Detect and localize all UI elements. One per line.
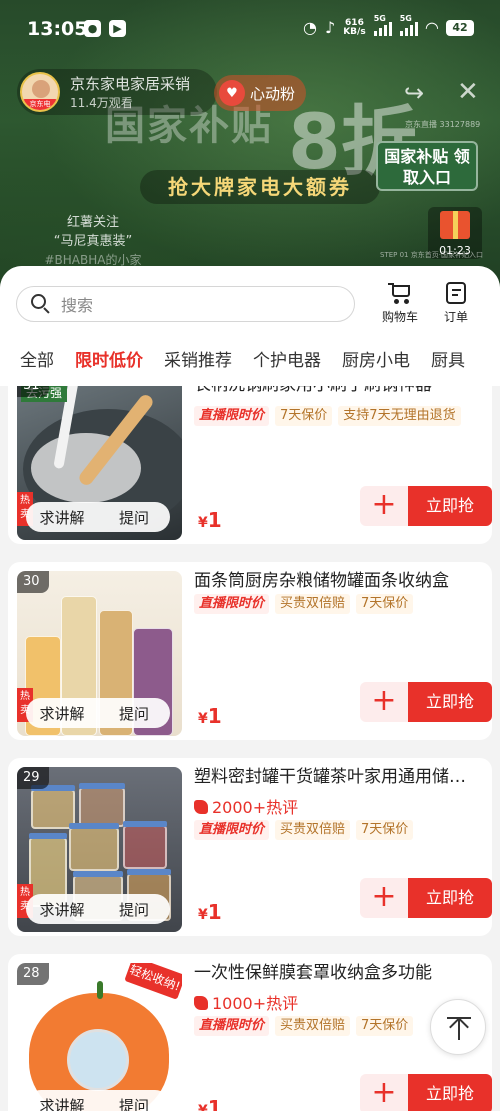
- cart-icon: [388, 282, 412, 304]
- tab-kitchen-appliance[interactable]: 厨房小电: [332, 350, 421, 386]
- signal-icon: 5G: [373, 14, 392, 36]
- sheet-header: 搜索 购物车 订单 全部 限时低价 采销推荐 个护电器 厨房小电 厨具: [0, 266, 500, 386]
- host-info[interactable]: 京东电 京东家电家居采销 11.4万观看: [17, 69, 217, 115]
- buy-now-button[interactable]: 立即抢: [408, 486, 492, 526]
- search-icon: [31, 294, 51, 314]
- mute-icon: ♪: [324, 18, 336, 37]
- product-tags: 直播限时价 买贵双倍赔 7天保价: [194, 820, 414, 840]
- host-name: 京东家电家居采销: [70, 75, 191, 93]
- tab-limited-time[interactable]: 限时低价: [65, 350, 154, 386]
- product-price: ¥1: [198, 900, 222, 924]
- back-to-top-icon[interactable]: [430, 999, 486, 1055]
- status-bar: 13:05 ● ▶ ◔ ♪ 616 KB/s 5G 5G ◠ 42: [0, 0, 500, 62]
- product-title[interactable]: 一次性保鲜膜套罩收纳盒多功能: [194, 958, 474, 983]
- ask-button[interactable]: 提问: [98, 507, 170, 528]
- tab-personal-care[interactable]: 个护电器: [243, 350, 332, 386]
- tab-cookware[interactable]: 厨具: [421, 350, 476, 386]
- order-button[interactable]: 订单: [431, 282, 481, 325]
- buy-now-button[interactable]: 立即抢: [408, 682, 492, 722]
- product-price: ¥1: [198, 508, 222, 532]
- explain-button[interactable]: 求讲解: [26, 703, 98, 724]
- product-tags: 直播限时价 买贵双倍赔 7天保价: [194, 594, 414, 614]
- tab-all[interactable]: 全部: [0, 350, 65, 386]
- step-hint: STEP 01 京东首页·国家补贴入口: [380, 251, 483, 259]
- product-image[interactable]: 29 热卖 求讲解 提问: [17, 767, 182, 932]
- signal-icon-2: 5G: [399, 14, 418, 36]
- thumb-icon: [194, 996, 208, 1010]
- review-count: 2000+热评: [194, 794, 298, 818]
- product-number: 28: [17, 963, 49, 985]
- battery-icon: 42: [446, 19, 474, 36]
- list-item[interactable]: 去污强 31 热卖 求讲解 提问 长柄洗锅刷家用小刷子刷锅神器 直播限时价 7天…: [8, 386, 492, 544]
- add-to-cart-button[interactable]: +: [360, 486, 408, 526]
- explain-ask-pill: 求讲解 提问: [26, 698, 170, 728]
- avatar[interactable]: 京东电: [20, 72, 60, 112]
- product-number: 31: [17, 386, 49, 397]
- banner-subtitle: 抢大牌家电大额券: [140, 170, 380, 204]
- wifi-icon: ◠: [425, 18, 438, 37]
- search-input[interactable]: 搜索: [16, 286, 355, 322]
- product-sheet: 搜索 购物车 订单 全部 限时低价 采销推荐 个护电器 厨房小电 厨具 去污强 …: [0, 266, 500, 1111]
- product-image[interactable]: 去污强 31 热卖 求讲解 提问: [17, 386, 182, 540]
- tab-recommend[interactable]: 采销推荐: [154, 350, 243, 386]
- fan-button[interactable]: ♥ 心动粉: [214, 75, 306, 111]
- explain-button[interactable]: 求讲解: [26, 899, 98, 920]
- follow-caption: 红薯关注 “马尼真惠装” #BHABHA的小家: [44, 215, 142, 267]
- product-title[interactable]: 长柄洗锅刷家用小刷子刷锅神器: [194, 386, 474, 395]
- list-item[interactable]: 30 热卖 求讲解 提问 面条筒厨房杂粮储物罐面条收纳盒 直播限时价 买贵双倍赔…: [8, 562, 492, 740]
- share-icon[interactable]: ↪: [404, 79, 424, 107]
- cart-button[interactable]: 购物车: [375, 282, 425, 325]
- view-count: 11.4万观看: [70, 96, 133, 110]
- buy-now-button[interactable]: 立即抢: [408, 878, 492, 918]
- alarm-icon: ◔: [303, 18, 317, 37]
- explain-ask-pill: 求讲解 提问: [26, 1090, 170, 1111]
- product-number: 29: [17, 767, 49, 789]
- explain-ask-pill: 求讲解 提问: [26, 894, 170, 924]
- product-price: ¥1: [198, 1096, 222, 1111]
- review-count: 1000+热评: [194, 990, 298, 1014]
- product-tags: 直播限时价 7天保价 支持7天无理由退货: [194, 406, 461, 426]
- order-icon: [446, 282, 466, 304]
- add-to-cart-button[interactable]: +: [360, 878, 408, 918]
- product-number: 30: [17, 571, 49, 593]
- close-icon[interactable]: ✕: [457, 77, 479, 107]
- add-to-cart-button[interactable]: +: [360, 682, 408, 722]
- ask-button[interactable]: 提问: [98, 703, 170, 724]
- product-tags: 直播限时价 买贵双倍赔 7天保价: [194, 1016, 414, 1036]
- status-app-icons: ● ▶: [84, 20, 126, 37]
- wechat-icon: ●: [84, 20, 101, 37]
- ask-button[interactable]: 提问: [98, 899, 170, 920]
- list-item[interactable]: 29 热卖 求讲解 提问 塑料密封罐干货罐茶叶家用通用储物罐 2000+热评 直…: [8, 758, 492, 936]
- add-to-cart-button[interactable]: +: [360, 1074, 408, 1111]
- search-placeholder: 搜索: [61, 296, 94, 315]
- thumb-icon: [194, 800, 208, 814]
- status-right-icons: ◔ ♪ 616 KB/s 5G 5G ◠ 42: [303, 14, 474, 37]
- ask-button[interactable]: 提问: [98, 1095, 170, 1111]
- list-item[interactable]: 轻松收纳! 28 求讲解 提问 一次性保鲜膜套罩收纳盒多功能 1000+热评 直…: [8, 954, 492, 1111]
- network-speed: 616 KB/s: [343, 17, 366, 37]
- explain-button[interactable]: 求讲解: [26, 1095, 98, 1111]
- subsidy-entry-button[interactable]: 国家补贴 领取入口: [376, 141, 478, 191]
- room-id: 京东直播 33127889: [405, 120, 481, 129]
- product-image[interactable]: 轻松收纳! 28 求讲解 提问: [17, 963, 182, 1111]
- product-title[interactable]: 面条筒厨房杂粮储物罐面条收纳盒: [194, 566, 474, 591]
- explain-ask-pill: 求讲解 提问: [26, 502, 170, 532]
- heart-icon: ♥: [219, 80, 245, 106]
- category-tabs: 全部 限时低价 采销推荐 个护电器 厨房小电 厨具: [0, 350, 500, 386]
- product-list: 去污强 31 热卖 求讲解 提问 长柄洗锅刷家用小刷子刷锅神器 直播限时价 7天…: [0, 386, 500, 1111]
- product-image[interactable]: 30 热卖 求讲解 提问: [17, 571, 182, 736]
- app-notification-icon: ▶: [109, 20, 126, 37]
- product-title[interactable]: 塑料密封罐干货罐茶叶家用通用储物罐: [194, 762, 474, 787]
- live-stream-background: 13:05 ● ▶ ◔ ♪ 616 KB/s 5G 5G ◠ 42 国家补贴 8折…: [0, 0, 500, 300]
- product-price: ¥1: [198, 704, 222, 728]
- explain-button[interactable]: 求讲解: [26, 507, 98, 528]
- buy-now-button[interactable]: 立即抢: [408, 1074, 492, 1111]
- status-time: 13:05: [27, 18, 88, 40]
